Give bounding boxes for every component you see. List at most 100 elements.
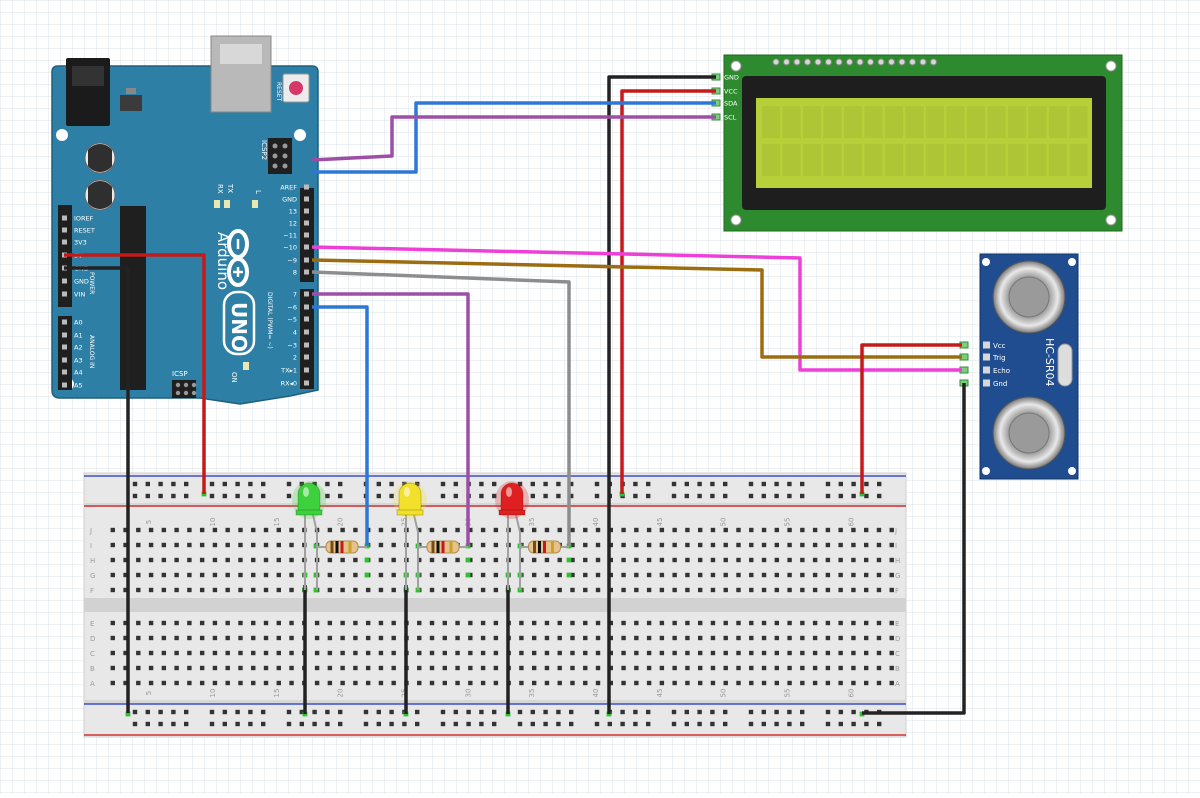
breadboard-hole[interactable] bbox=[583, 527, 588, 533]
breadboard-hole[interactable] bbox=[633, 721, 638, 727]
breadboard-hole[interactable] bbox=[158, 721, 163, 727]
breadboard-hole[interactable] bbox=[493, 635, 499, 641]
breadboard-hole[interactable] bbox=[530, 481, 535, 487]
breadboard-hole[interactable] bbox=[171, 709, 176, 715]
breadboard-hole[interactable] bbox=[376, 709, 381, 715]
breadboard-hole[interactable] bbox=[774, 481, 779, 487]
breadboard-hole[interactable] bbox=[480, 587, 486, 593]
breadboard-hole[interactable] bbox=[455, 680, 460, 686]
breadboard-hole[interactable] bbox=[710, 527, 716, 533]
breadboard-hole[interactable] bbox=[455, 572, 460, 578]
breadboard-hole[interactable] bbox=[338, 481, 343, 487]
breadboard-hole[interactable] bbox=[557, 635, 562, 641]
breadboard-hole[interactable] bbox=[479, 709, 484, 715]
breadboard-hole[interactable] bbox=[251, 527, 256, 533]
breadboard-hole[interactable] bbox=[289, 572, 294, 578]
breadboard-hole[interactable] bbox=[148, 557, 154, 563]
breadboard-hole[interactable] bbox=[646, 542, 652, 548]
breadboard-hole[interactable] bbox=[263, 680, 269, 686]
breadboard-hole[interactable] bbox=[556, 721, 561, 727]
breadboard-hole[interactable] bbox=[353, 650, 358, 656]
breadboard-hole[interactable] bbox=[557, 587, 562, 593]
breadboard-hole[interactable] bbox=[327, 572, 333, 578]
breadboard-hole[interactable] bbox=[248, 481, 253, 487]
digital-pin[interactable] bbox=[304, 232, 309, 238]
breadboard-hole[interactable] bbox=[787, 635, 792, 641]
breadboard-hole[interactable] bbox=[466, 709, 471, 715]
breadboard-hole[interactable] bbox=[889, 650, 894, 656]
breadboard-hole[interactable] bbox=[174, 542, 179, 548]
breadboard-hole[interactable] bbox=[136, 620, 141, 626]
breadboard-hole[interactable] bbox=[634, 572, 639, 578]
breadboard-hole[interactable] bbox=[723, 527, 728, 533]
breadboard-hole[interactable] bbox=[761, 620, 767, 626]
breadboard-hole[interactable] bbox=[453, 481, 458, 487]
breadboard-hole[interactable] bbox=[889, 557, 894, 563]
breadboard-hole[interactable] bbox=[825, 481, 831, 487]
breadboard-hole[interactable] bbox=[851, 587, 856, 593]
breadboard-hole[interactable] bbox=[492, 721, 497, 727]
breadboard-hole[interactable] bbox=[864, 493, 869, 499]
breadboard-hole[interactable] bbox=[289, 557, 294, 563]
breadboard-hole[interactable] bbox=[838, 721, 843, 727]
breadboard-hole[interactable] bbox=[429, 635, 435, 641]
breadboard-hole[interactable] bbox=[594, 709, 600, 715]
breadboard-hole[interactable] bbox=[774, 587, 780, 593]
breadboard-hole[interactable] bbox=[889, 680, 894, 686]
breadboard-hole[interactable] bbox=[659, 557, 665, 563]
breadboard-hole[interactable] bbox=[225, 650, 230, 656]
breadboard-hole[interactable] bbox=[161, 650, 167, 656]
breadboard-hole[interactable] bbox=[889, 635, 894, 641]
breadboard-hole[interactable] bbox=[161, 542, 167, 548]
breadboard-hole[interactable] bbox=[110, 650, 115, 656]
breadboard-hole[interactable] bbox=[199, 557, 205, 563]
breadboard-hole[interactable] bbox=[787, 721, 792, 727]
breadboard-hole[interactable] bbox=[145, 493, 150, 499]
breadboard-hole[interactable] bbox=[557, 680, 562, 686]
breadboard-hole[interactable] bbox=[634, 527, 639, 533]
breadboard-hole[interactable] bbox=[136, 650, 141, 656]
breadboard-hole[interactable] bbox=[148, 635, 154, 641]
breadboard-hole[interactable] bbox=[417, 620, 422, 626]
breadboard-hole[interactable] bbox=[455, 587, 460, 593]
breadboard-hole[interactable] bbox=[187, 542, 192, 548]
breadboard-hole[interactable] bbox=[838, 680, 843, 686]
breadboard-hole[interactable] bbox=[453, 493, 458, 499]
breadboard-hole[interactable] bbox=[736, 557, 741, 563]
breadboard-hole[interactable] bbox=[838, 709, 843, 715]
breadboard-hole[interactable] bbox=[174, 572, 179, 578]
breadboard-hole[interactable] bbox=[174, 557, 179, 563]
breadboard-hole[interactable] bbox=[583, 620, 588, 626]
breadboard-hole[interactable] bbox=[876, 572, 882, 578]
breadboard-hole[interactable] bbox=[429, 650, 435, 656]
breadboard-hole[interactable] bbox=[212, 542, 218, 548]
breadboard-hole[interactable] bbox=[634, 680, 639, 686]
digital-pin[interactable] bbox=[304, 184, 309, 190]
breadboard-hole[interactable] bbox=[493, 572, 499, 578]
breadboard-hole[interactable] bbox=[161, 527, 167, 533]
breadboard-hole[interactable] bbox=[519, 680, 524, 686]
breadboard-hole[interactable] bbox=[556, 493, 561, 499]
digital-pin[interactable] bbox=[304, 329, 309, 335]
breadboard-hole[interactable] bbox=[199, 620, 205, 626]
breadboard-hole[interactable] bbox=[225, 620, 230, 626]
breadboard-hole[interactable] bbox=[736, 620, 741, 626]
breadboard-hole[interactable] bbox=[353, 680, 358, 686]
breadboard-hole[interactable] bbox=[876, 587, 882, 593]
breadboard-hole[interactable] bbox=[633, 709, 638, 715]
breadboard-hole[interactable] bbox=[455, 557, 460, 563]
breadboard-hole[interactable] bbox=[697, 587, 703, 593]
breadboard-hole[interactable] bbox=[876, 635, 882, 641]
breadboard-hole[interactable] bbox=[174, 650, 179, 656]
breadboard-hole[interactable] bbox=[749, 572, 754, 578]
breadboard-hole[interactable] bbox=[749, 620, 754, 626]
breadboard-hole[interactable] bbox=[174, 587, 179, 593]
breadboard-hole[interactable] bbox=[710, 680, 716, 686]
breadboard-hole[interactable] bbox=[607, 721, 612, 727]
breadboard-hole[interactable] bbox=[672, 635, 677, 641]
breadboard-hole[interactable] bbox=[710, 587, 716, 593]
breadboard-hole[interactable] bbox=[889, 542, 894, 548]
breadboard-hole[interactable] bbox=[825, 635, 831, 641]
breadboard-hole[interactable] bbox=[327, 680, 333, 686]
digital-pin[interactable] bbox=[304, 342, 309, 348]
